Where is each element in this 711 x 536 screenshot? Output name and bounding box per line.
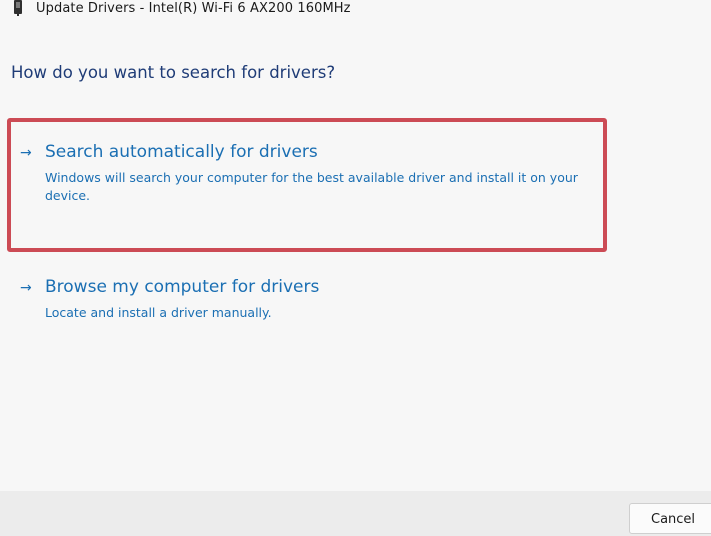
option-description: Windows will search your computer for th… xyxy=(45,170,578,203)
arrow-right-icon: → xyxy=(20,145,32,161)
title-bar: Update Drivers - Intel(R) Wi-Fi 6 AX200 … xyxy=(0,0,711,24)
window-title: Update Drivers - Intel(R) Wi-Fi 6 AX200 … xyxy=(36,1,351,16)
option-title[interactable]: Browse my computer for drivers xyxy=(45,276,319,298)
dialog-footer: Cancel xyxy=(0,491,711,536)
arrow-right-icon: → xyxy=(20,280,32,296)
network-adapter-icon xyxy=(14,0,22,16)
search-automatically-option[interactable]: → Search automatically for drivers Windo… xyxy=(20,141,610,211)
option-description: Locate and install a driver manually. xyxy=(45,305,272,320)
browse-computer-option[interactable]: → Browse my computer for drivers Locate … xyxy=(20,276,610,326)
page-question: How do you want to search for drivers? xyxy=(11,63,336,82)
option-title[interactable]: Search automatically for drivers xyxy=(45,141,318,163)
cancel-button[interactable]: Cancel xyxy=(629,503,711,534)
